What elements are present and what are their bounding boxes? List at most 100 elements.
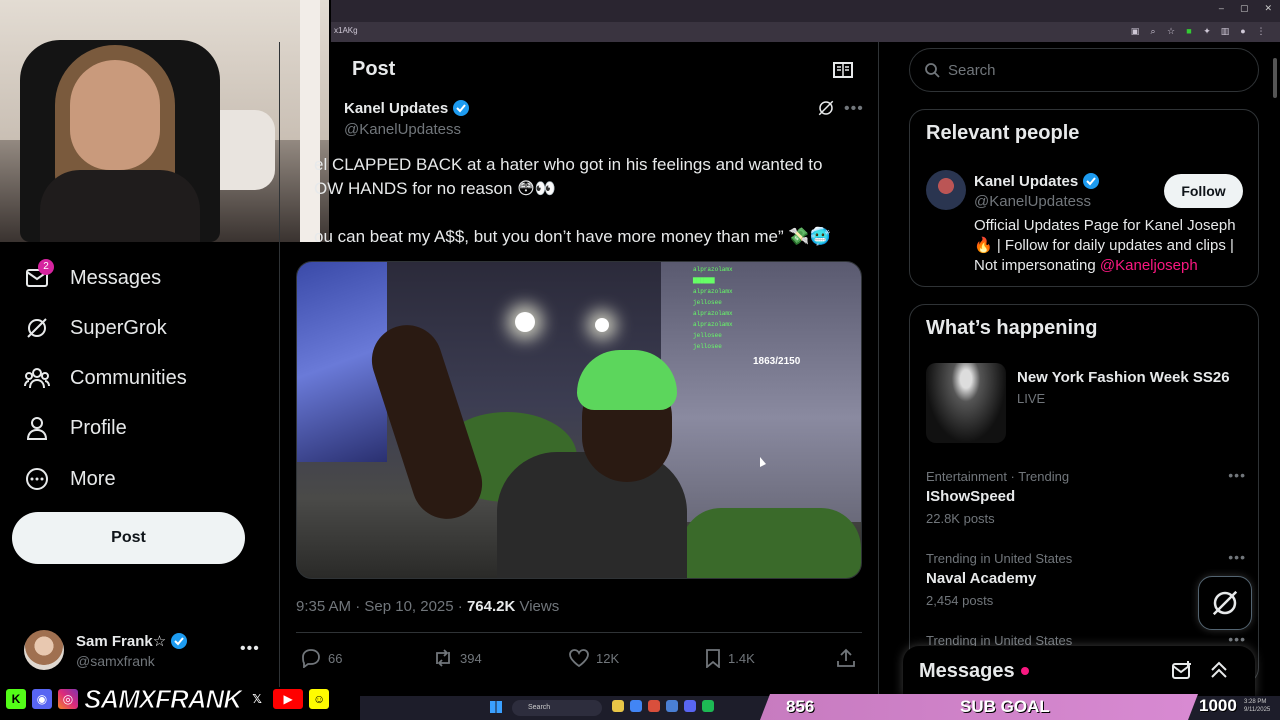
post-actions: 66 394 12K 1.4K [300, 648, 860, 672]
streamer-name: SAMXFRANK [83, 683, 242, 714]
account-switcher[interactable]: Sam Frank☆ @samxfrank [24, 630, 188, 670]
system-clock[interactable]: 3:28 PM 9/11/2025 [1244, 698, 1270, 714]
sub-goal-current: 856 [786, 697, 815, 716]
event-title[interactable]: New York Fashion Week SS26 [1017, 369, 1230, 386]
views-count: 764.2K [466, 598, 516, 615]
bookmark-star-icon[interactable]: ☆ [1166, 25, 1176, 37]
social-links-overlay: K ◉ ◎ SAMXFRANK 𝕏 ▶ ☺ [0, 683, 360, 714]
page-title: Post [352, 58, 396, 80]
nav-messages[interactable]: 2 Messages [24, 259, 162, 293]
post-text-line: ou can beat my A$$, but you don’t have m… [314, 227, 831, 246]
x-icon: 𝕏 [245, 687, 270, 711]
relevant-people-panel: Relevant people Kanel Updates @KanelUpda… [909, 109, 1259, 287]
nav-label: Messages [70, 266, 162, 289]
messages-dock-title: Messages [919, 659, 1015, 682]
post-text: el CLAPPED BACK at a hater who got in hi… [314, 153, 874, 273]
scrollbar-thumb[interactable] [1273, 58, 1277, 98]
column-divider [878, 42, 879, 702]
nav-communities[interactable]: Communities [24, 363, 187, 393]
people-icon [24, 365, 50, 391]
post-button[interactable]: Post [12, 512, 245, 564]
app-icon[interactable] [648, 700, 660, 712]
relevant-person-name[interactable]: Kanel Updates [974, 172, 1100, 190]
taskbar-search[interactable]: Search [512, 700, 602, 716]
share-button[interactable] [836, 648, 856, 668]
messages-dock[interactable]: Messages [903, 646, 1255, 696]
messages-badge: 2 [38, 259, 54, 275]
profile-icon[interactable]: ● [1238, 25, 1248, 37]
account-more-icon[interactable]: ••• [240, 640, 260, 658]
app-icon[interactable] [666, 700, 678, 712]
avatar[interactable] [926, 170, 966, 210]
sub-goal-label: SUB GOAL [960, 697, 1050, 716]
bookmark-button[interactable]: 1.4K [704, 648, 755, 668]
trend-more-icon[interactable]: ••• [1228, 467, 1246, 483]
heart-icon [569, 649, 589, 668]
trend-more-icon[interactable]: ••• [1228, 549, 1246, 565]
verified-badge-icon [171, 632, 188, 649]
grok-explain-icon[interactable] [817, 99, 835, 122]
search-box[interactable] [909, 48, 1259, 92]
window-controls[interactable]: – ▢ ✕ [1219, 3, 1272, 14]
nav-more[interactable]: More [24, 464, 116, 494]
nav-profile[interactable]: Profile [24, 413, 127, 443]
chevron-up-icon[interactable] [1209, 660, 1229, 680]
bookmark-icon [706, 649, 720, 668]
extension-icon[interactable]: ▣ [1130, 25, 1140, 37]
sub-goal-bar: 856 SUB GOAL [760, 694, 1198, 720]
new-message-icon[interactable] [1171, 660, 1193, 682]
repost-icon [436, 649, 450, 667]
person-icon [24, 415, 50, 441]
share-icon [837, 648, 855, 667]
relevant-person-handle[interactable]: @KanelUpdatess [974, 193, 1091, 210]
post-more-icon[interactable]: ••• [844, 100, 864, 118]
grok-fab-button[interactable] [1198, 576, 1252, 630]
repost-button[interactable]: 394 [432, 648, 482, 668]
verified-badge-icon [453, 100, 470, 116]
nav-supergrok[interactable]: SuperGrok [24, 313, 167, 343]
zoom-icon[interactable]: ⌕ [1148, 25, 1158, 37]
menu-icon[interactable]: ⋮ [1256, 25, 1266, 37]
reply-icon [302, 649, 320, 668]
post-video[interactable]: alprazolamx ▇▇▇▇▇▇ alprazolamx jellosee alpr… [296, 261, 862, 579]
divider [296, 632, 862, 633]
sub-goal-target: 1000 [1199, 696, 1237, 715]
reader-mode-icon[interactable] [833, 61, 853, 84]
nav-label: More [70, 467, 116, 490]
unread-dot [1020, 667, 1029, 675]
trend-more-icon[interactable]: ••• [1228, 631, 1246, 647]
relevant-person-bio: Official Updates Page for Kanel Joseph 🔥… [974, 217, 1236, 274]
author-handle[interactable]: @KanelUpdatess [344, 121, 461, 138]
nav-label: Communities [70, 366, 187, 389]
youtube-icon: ▶ [271, 687, 306, 711]
account-handle: @samxfrank [76, 652, 155, 669]
event-thumbnail[interactable] [926, 363, 1006, 443]
puzzle-icon[interactable]: ✦ [1202, 25, 1212, 37]
snapchat-icon: ☺ [307, 687, 332, 711]
mention-link[interactable]: @Kaneljoseph [1100, 257, 1198, 274]
post-text-line: OW HANDS for no reason 😳👀 [314, 179, 557, 198]
chrome-icon[interactable] [630, 700, 642, 712]
sidepanel-icon[interactable]: ▥ [1220, 25, 1230, 37]
app-icon[interactable] [684, 700, 696, 712]
grok-icon [1212, 590, 1238, 616]
event-status: LIVE [1017, 391, 1046, 406]
author-name[interactable]: Kanel Updates [344, 99, 470, 117]
reply-button[interactable]: 66 [300, 648, 342, 668]
post-text-line: el CLAPPED BACK at a hater who got in hi… [314, 155, 823, 174]
url-text[interactable]: x1AKg [334, 26, 358, 35]
mail-icon: 2 [24, 259, 54, 291]
panel-title: Relevant people [926, 122, 1080, 144]
account-name: Sam Frank☆ [76, 632, 188, 650]
windows-start-icon[interactable] [490, 701, 502, 713]
search-input[interactable] [948, 61, 1228, 79]
browser-toolbar-icons: ▣ ⌕ ☆ ■ ✦ ▥ ● ⋮ [1130, 25, 1266, 37]
spotify-icon[interactable] [702, 700, 714, 712]
trend-item[interactable]: Entertainment · Trending IShowSpeed 22.8… [926, 467, 1246, 526]
kick-icon: K [4, 687, 28, 711]
like-button[interactable]: 12K [568, 648, 619, 668]
video-counter: 1863/2150 [753, 356, 801, 367]
app-icon[interactable] [612, 700, 624, 712]
follow-button[interactable]: Follow [1164, 174, 1243, 208]
extension-icon[interactable]: ■ [1184, 25, 1194, 37]
